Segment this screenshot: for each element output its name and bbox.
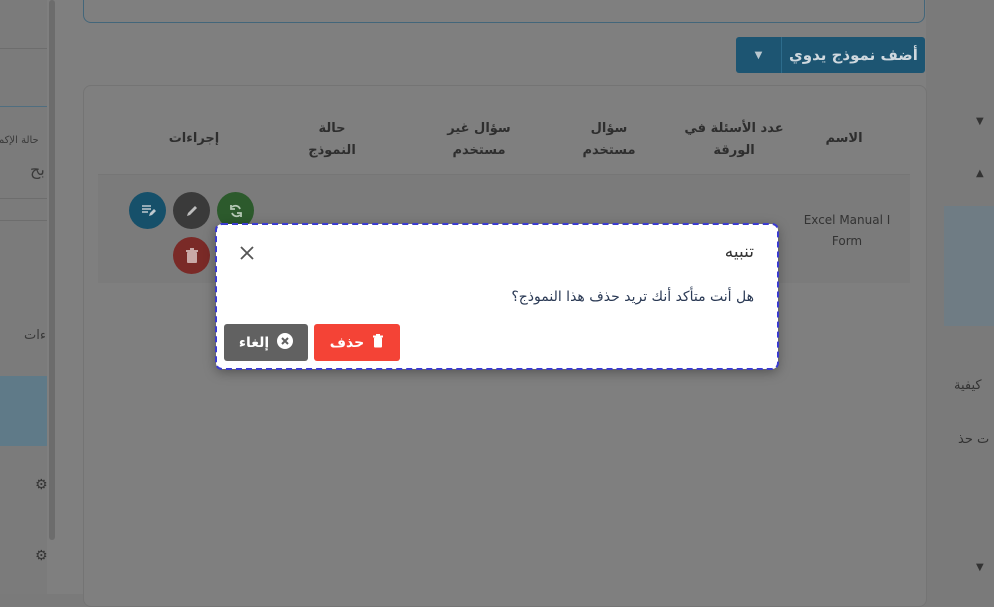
divider: [0, 106, 47, 107]
edit-button[interactable]: [173, 192, 210, 229]
add-manual-form-label: أضف نموذج يدوي: [789, 46, 918, 64]
chevron-down-icon[interactable]: ▼: [736, 37, 782, 73]
column-header-name: الاسم: [825, 131, 863, 146]
chevron-down-icon: ▼: [976, 562, 984, 573]
delete-button[interactable]: [173, 237, 210, 274]
bg-highlight: [0, 376, 47, 446]
confirm-delete-label: حذف: [329, 334, 365, 351]
scrollbar[interactable]: [49, 0, 55, 540]
divider: [0, 48, 47, 49]
delete-confirm-dialog: تنبيه هل أنت متأكد أنك تريد حذف هذا النم…: [215, 223, 779, 370]
list-edit-icon: [141, 204, 156, 216]
bg-highlight: [944, 206, 994, 326]
chevron-up-icon: ▲: [976, 168, 984, 179]
column-header-used-question: سؤال مستخدم: [582, 121, 636, 158]
dialog-message: هل أنت متأكد أنك تريد حذف هذا النموذج؟: [511, 289, 754, 305]
bg-label: اءات: [24, 328, 50, 343]
column-header-question-count: عدد الأسئلة في الورقة: [684, 121, 784, 158]
divider: [0, 198, 47, 199]
confirm-delete-button[interactable]: حذف: [314, 324, 400, 361]
column-header-actions: إجراءات: [168, 131, 220, 146]
search-input[interactable]: [83, 0, 925, 23]
cancel-button[interactable]: إلغاء: [224, 324, 308, 361]
pencil-icon: [186, 205, 197, 216]
column-header-form-status: حالة النموذج: [308, 121, 356, 158]
background-sidebar: حالة الإكم بح اءات ⚙ ⚙: [0, 0, 50, 594]
edit-questions-button[interactable]: [129, 192, 166, 229]
close-button[interactable]: [238, 244, 256, 262]
column-header-unused-question: سؤال غير مستخدم: [447, 121, 511, 158]
close-icon: [240, 246, 254, 260]
background-right: ▼ ▲ كيفية ت حذ ▼: [926, 0, 994, 594]
cancel-circle-icon: [277, 332, 294, 353]
add-manual-form-button[interactable]: ▼ أضف نموذج يدوي: [736, 37, 925, 73]
bg-label: كيفية: [954, 378, 982, 393]
bg-label: حالة الإكم: [0, 135, 39, 146]
bg-label: بح: [30, 160, 45, 179]
bg-label: ت حذ: [958, 432, 990, 447]
chevron-down-icon: ▼: [976, 116, 984, 127]
form-name-cell: Excel Manual I Form: [803, 213, 891, 248]
trash-icon: [372, 333, 384, 352]
cancel-label: إلغاء: [238, 334, 270, 351]
dialog-title: تنبيه: [724, 242, 754, 262]
trash-icon: [185, 247, 198, 263]
refresh-icon: [229, 204, 242, 217]
divider: [0, 220, 47, 221]
